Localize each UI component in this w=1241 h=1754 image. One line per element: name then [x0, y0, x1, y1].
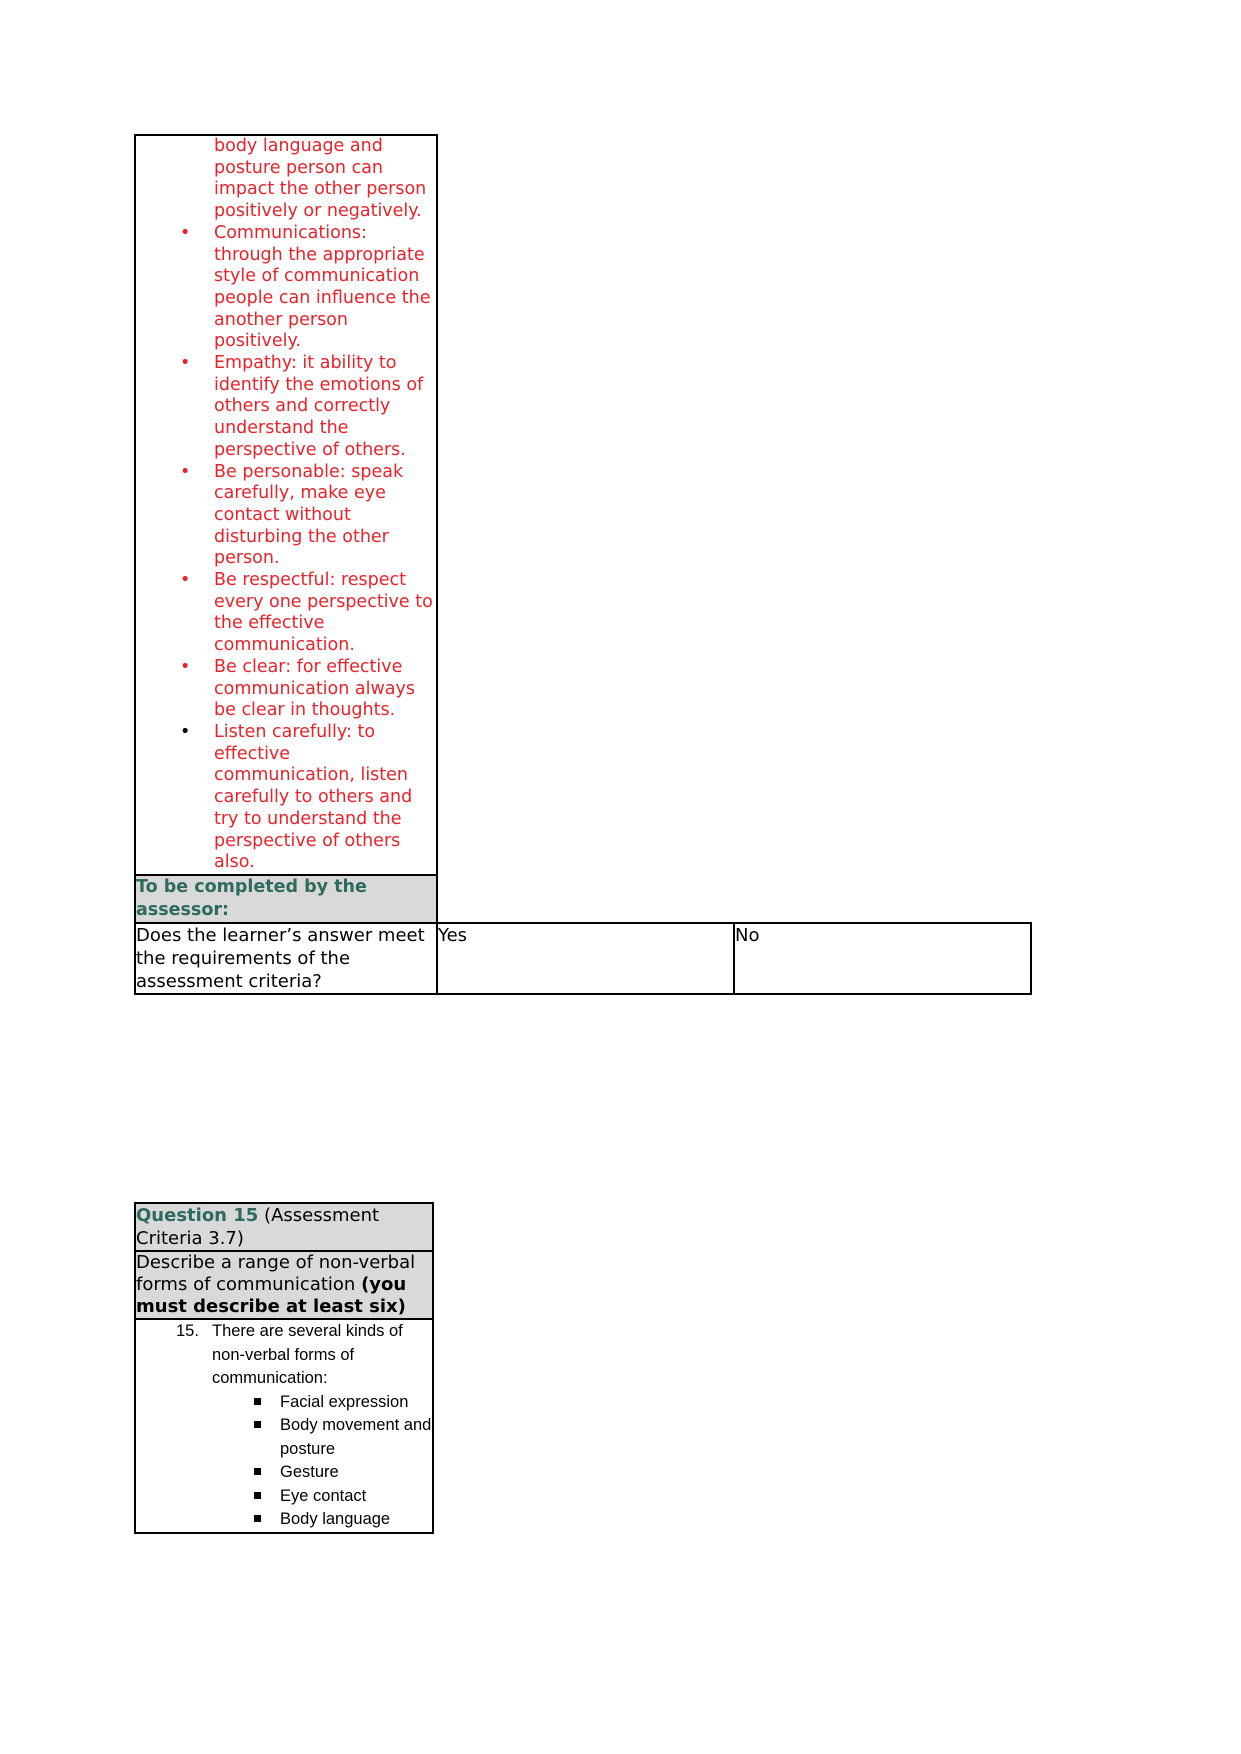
list-item-text: body language and posture person can imp… [214, 136, 427, 222]
question-15-prompt-row: Describe a range of non-verbal forms of … [134, 1250, 434, 1320]
square-bullet-icon [254, 1468, 261, 1475]
list-item: Gesture [212, 1461, 432, 1485]
list-item-label: Eye contact [280, 1486, 367, 1505]
square-bullet-icon [254, 1491, 261, 1499]
list-item-text: Be respectful: respect every one perspec… [214, 570, 433, 656]
assessor-heading-row: To be completed by the assessor: [134, 873, 1031, 924]
learner-answer-bullet-list: body language and posture person can imp… [136, 136, 436, 874]
list-item-text: Be personable: speak carefully, make eye… [214, 461, 404, 569]
question-number-label: Question 15 [136, 1205, 259, 1226]
list-item: • Be respectful: respect every one persp… [136, 570, 436, 657]
numbered-answer-list: 15. There are several kinds of non-verba… [136, 1320, 432, 1532]
square-bullet-icon [254, 1421, 261, 1428]
item-number: 15. [176, 1322, 199, 1340]
list-item: Body movement and posture [212, 1414, 432, 1461]
bullet-marker: • [180, 353, 191, 374]
question-15-answer-cell: 15. There are several kinds of non-verba… [134, 1318, 434, 1534]
empty-margin-cell [437, 875, 734, 923]
list-item: • Communications: through the appropriat… [136, 223, 436, 353]
assessor-question-cell: Does the learner’s answer meet the requi… [134, 921, 438, 995]
learner-answer-cell: body language and posture person can imp… [134, 134, 438, 875]
list-item-text: Empathy: it ability to identify the emot… [214, 353, 424, 460]
question-15-header-row: Question 15 (Assessment Criteria 3.7) [134, 1202, 434, 1252]
list-item-text: Be clear: for effective communication al… [214, 656, 415, 721]
list-item-label: Body language [280, 1510, 391, 1528]
list-item: • Empathy: it ability to identify the em… [136, 353, 436, 462]
question-15-answer-row: 15. There are several kinds of non-verba… [134, 1318, 434, 1534]
answer-intro-text: There are several kinds of non-verbal fo… [212, 1322, 403, 1387]
answer-continuation-row: body language and posture person can imp… [134, 134, 1031, 875]
empty-margin-cell [437, 135, 734, 875]
list-item-label: Gesture [280, 1463, 339, 1481]
assessor-decision-row: Does the learner’s answer meet the requi… [134, 921, 1032, 995]
empty-margin-cell [734, 135, 1031, 875]
bullet-marker: • [180, 656, 191, 677]
non-verbal-forms-list: Facial expression Body movement and post… [212, 1391, 432, 1532]
square-bullet-icon [254, 1515, 261, 1522]
question-15-prompt-cell: Describe a range of non-verbal forms of … [134, 1250, 434, 1320]
list-item: body language and posture person can imp… [136, 136, 436, 223]
list-item: Eye contact [212, 1485, 432, 1509]
bullet-marker: • [180, 721, 191, 742]
bullet-marker: • [180, 461, 191, 482]
answer-and-assessor-table: body language and posture person can imp… [134, 134, 1032, 995]
empty-margin-cell [734, 875, 1031, 923]
assessor-no-cell[interactable]: No [733, 921, 1032, 995]
bullet-marker: • [180, 570, 191, 591]
list-item-text: Communications: through the appropriate … [214, 222, 431, 352]
list-item-label: Body movement and posture [280, 1416, 432, 1458]
question-15-header-cell: Question 15 (Assessment Criteria 3.7) [134, 1202, 434, 1252]
question-15-table: Question 15 (Assessment Criteria 3.7) De… [134, 1202, 434, 1534]
list-item: • Listen carefully: to effective communi… [136, 722, 436, 874]
bullet-marker: • [180, 222, 191, 243]
list-item: • Be clear: for effective communication … [136, 657, 436, 722]
list-item: Facial expression [212, 1391, 432, 1415]
document-page: body language and posture person can imp… [0, 0, 1241, 1754]
list-item: • Be personable: speak carefully, make e… [136, 462, 436, 571]
list-item: 15. There are several kinds of non-verba… [136, 1320, 432, 1532]
list-item: Body language [212, 1508, 432, 1532]
assessor-heading-cell: To be completed by the assessor: [134, 873, 438, 924]
assessor-yes-cell[interactable]: Yes [436, 921, 735, 995]
square-bullet-icon [254, 1397, 261, 1405]
list-item-text: Listen carefully: to effective communica… [214, 721, 413, 873]
list-item-label: Facial expression [280, 1392, 409, 1411]
